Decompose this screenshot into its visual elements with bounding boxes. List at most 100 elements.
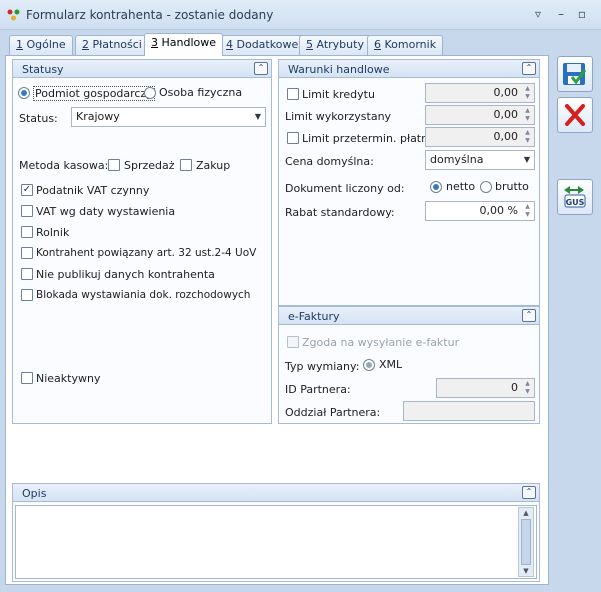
checkbox-vat-czynny[interactable]: ✓ <box>21 184 33 196</box>
tab-handlowe[interactable]: 3 Handlowe <box>144 33 224 56</box>
tab-hotkey: 3 <box>151 36 158 49</box>
pin-icon[interactable]: ▿ <box>530 6 546 22</box>
panel-header: Opis ⌃ <box>13 484 539 502</box>
label-powiazany: Kontrahent powiązany art. 32 ust.2-4 UoV <box>36 247 257 259</box>
checkbox-zgoda-efaktur[interactable] <box>287 336 299 348</box>
checkbox-sprzedaz[interactable] <box>108 159 120 171</box>
spinner-icon[interactable]: ▲ ▼ <box>522 129 533 145</box>
label-dokument-liczony: Dokument liczony od: <box>285 182 405 195</box>
opis-panel: Opis ⌃ ▲ ▼ <box>12 483 540 582</box>
panel-header: Warunki handlowe ⌃ <box>279 60 539 78</box>
minimize-button[interactable]: – <box>553 6 569 22</box>
checkbox-nieaktywny[interactable] <box>21 372 33 384</box>
save-button[interactable] <box>557 56 593 92</box>
radio-brutto[interactable] <box>480 181 492 193</box>
label-nieaktywny: Nieaktywny <box>36 372 101 385</box>
tab-label: Dodatkowe <box>236 38 299 51</box>
tab-label: Płatności <box>92 38 142 51</box>
rabat-field[interactable]: 0,00 % ▲ ▼ <box>425 201 535 221</box>
field-value: 0,00 % <box>479 204 518 217</box>
checkbox-limit-kredytu[interactable] <box>287 88 299 100</box>
close-icon <box>565 104 585 126</box>
field-value: 0 <box>511 381 518 394</box>
cancel-button[interactable] <box>557 97 593 133</box>
spinner-icon: ▲ ▼ <box>525 107 530 122</box>
status-select[interactable]: Krajowy ▼ <box>71 107 266 127</box>
app-icon <box>7 9 20 21</box>
checkbox-nie-publikuj[interactable] <box>21 268 33 280</box>
panel-title: Opis <box>22 487 47 500</box>
label-zgoda-efaktur: Zgoda na wysyłanie e-faktur <box>302 336 460 349</box>
label-rabat: Rabat standardowy: <box>285 206 395 219</box>
limit-kredytu-field[interactable]: 0,00 ▲ ▼ <box>425 83 535 103</box>
label-blokada: Blokada wystawiania dok. rozchodowych <box>36 289 251 301</box>
tab-komornik[interactable]: 6 Komornik <box>367 35 444 55</box>
efaktury-panel: e-Faktury ⌃ Zgoda na wysyłanie e-faktur … <box>278 306 540 424</box>
tab-hotkey: 2 <box>82 38 89 51</box>
tab-dodatkowe[interactable]: 4 Dodatkowe <box>219 35 306 55</box>
panel-title: e-Faktury <box>288 310 340 323</box>
collapse-icon[interactable]: ⌃ <box>522 309 536 322</box>
oddzial-partnera-field[interactable] <box>403 401 535 421</box>
gus-icon: GUS <box>564 186 586 208</box>
label-netto: netto <box>446 180 476 193</box>
label-typ-wymiany: Typ wymiany: <box>285 360 360 373</box>
tab-label: Atrybuty <box>316 38 364 51</box>
label-limit-kredytu: Limit kredytu <box>302 88 375 101</box>
checkbox-rolnik[interactable] <box>21 226 33 238</box>
label-oddzial-partnera: Oddział Partnera: <box>285 406 381 419</box>
tab-label: Handlowe <box>161 36 217 49</box>
checkbox-vat-wg-daty[interactable] <box>21 205 33 217</box>
label-xml: XML <box>379 358 403 371</box>
label-vat-czynny: Podatnik VAT czynny <box>36 184 150 197</box>
tab-platnosci[interactable]: 2 Płatności <box>75 35 149 55</box>
checkbox-powiazany[interactable] <box>21 247 33 259</box>
spinner-icon[interactable]: ▲ ▼ <box>522 203 533 219</box>
label-cena-domyslna: Cena domyślna: <box>285 155 374 168</box>
panel-title: Warunki handlowe <box>288 63 390 76</box>
collapse-icon[interactable]: ⌃ <box>254 62 268 75</box>
gus-button[interactable]: GUS <box>557 179 593 215</box>
checkbox-limit-przeterm[interactable] <box>287 132 299 144</box>
svg-text:GUS: GUS <box>566 198 585 207</box>
scroll-up-icon[interactable]: ▲ <box>519 508 533 518</box>
label-vat-wg-daty: VAT wg daty wystawienia <box>36 205 176 218</box>
collapse-icon[interactable]: ⌃ <box>522 486 536 499</box>
tab-ogolne[interactable]: 1 Ogólne <box>9 35 73 55</box>
label-osoba: Osoba fizyczna <box>159 86 243 99</box>
id-partnera-field[interactable]: 0 ▲ ▼ <box>436 378 535 398</box>
chevron-down-icon: ▼ <box>523 155 530 164</box>
status-value: Krajowy <box>76 110 120 123</box>
save-icon <box>563 63 587 85</box>
collapse-icon[interactable]: ⌃ <box>522 62 536 75</box>
tab-hotkey: 4 <box>226 38 233 51</box>
spinner-icon[interactable]: ▲ ▼ <box>522 85 533 101</box>
label-sprzedaz: Sprzedaż <box>124 159 175 172</box>
tab-hotkey: 6 <box>374 38 381 51</box>
radio-netto[interactable] <box>430 181 442 193</box>
panel-header: Statusy ⌃ <box>13 60 271 78</box>
scroll-thumb[interactable] <box>521 519 531 565</box>
tab-label: Komornik <box>384 38 437 51</box>
radio-podmiot-gospodarczy[interactable] <box>18 87 30 99</box>
chevron-down-icon: ▼ <box>254 112 261 121</box>
label-limit-wykorzystany: Limit wykorzystany <box>285 110 392 123</box>
radio-xml[interactable] <box>363 359 375 371</box>
checkbox-zakup[interactable] <box>180 159 192 171</box>
limit-przeterm-field[interactable]: 0,00 ▲ ▼ <box>425 127 535 147</box>
field-value: 0,00 <box>493 86 519 99</box>
label-zakup: Zakup <box>196 159 231 172</box>
warunki-handlowe-panel: Warunki handlowe ⌃ Limit kredytu 0,00 ▲ ▼… <box>278 59 540 306</box>
opis-scrollbar[interactable]: ▲ ▼ <box>518 507 534 577</box>
opis-textarea[interactable] <box>15 505 537 579</box>
tab-atrybuty[interactable]: 5 Atrybuty <box>299 35 371 55</box>
radio-osoba-fizyczna[interactable] <box>144 87 156 99</box>
field-value: 0,00 <box>493 108 519 121</box>
scroll-down-icon[interactable]: ▼ <box>519 566 533 576</box>
spinner-icon[interactable]: ▲ ▼ <box>522 380 533 396</box>
tab-content-handlowe: Statusy ⌃ Podmiot gospodarczy Osoba fizy… <box>5 55 549 585</box>
maximize-button[interactable]: ▫ <box>574 6 590 22</box>
cena-domyslna-select[interactable]: domyślna ▼ <box>425 150 535 170</box>
checkbox-blokada[interactable] <box>21 289 33 301</box>
label-brutto: brutto <box>495 180 529 193</box>
